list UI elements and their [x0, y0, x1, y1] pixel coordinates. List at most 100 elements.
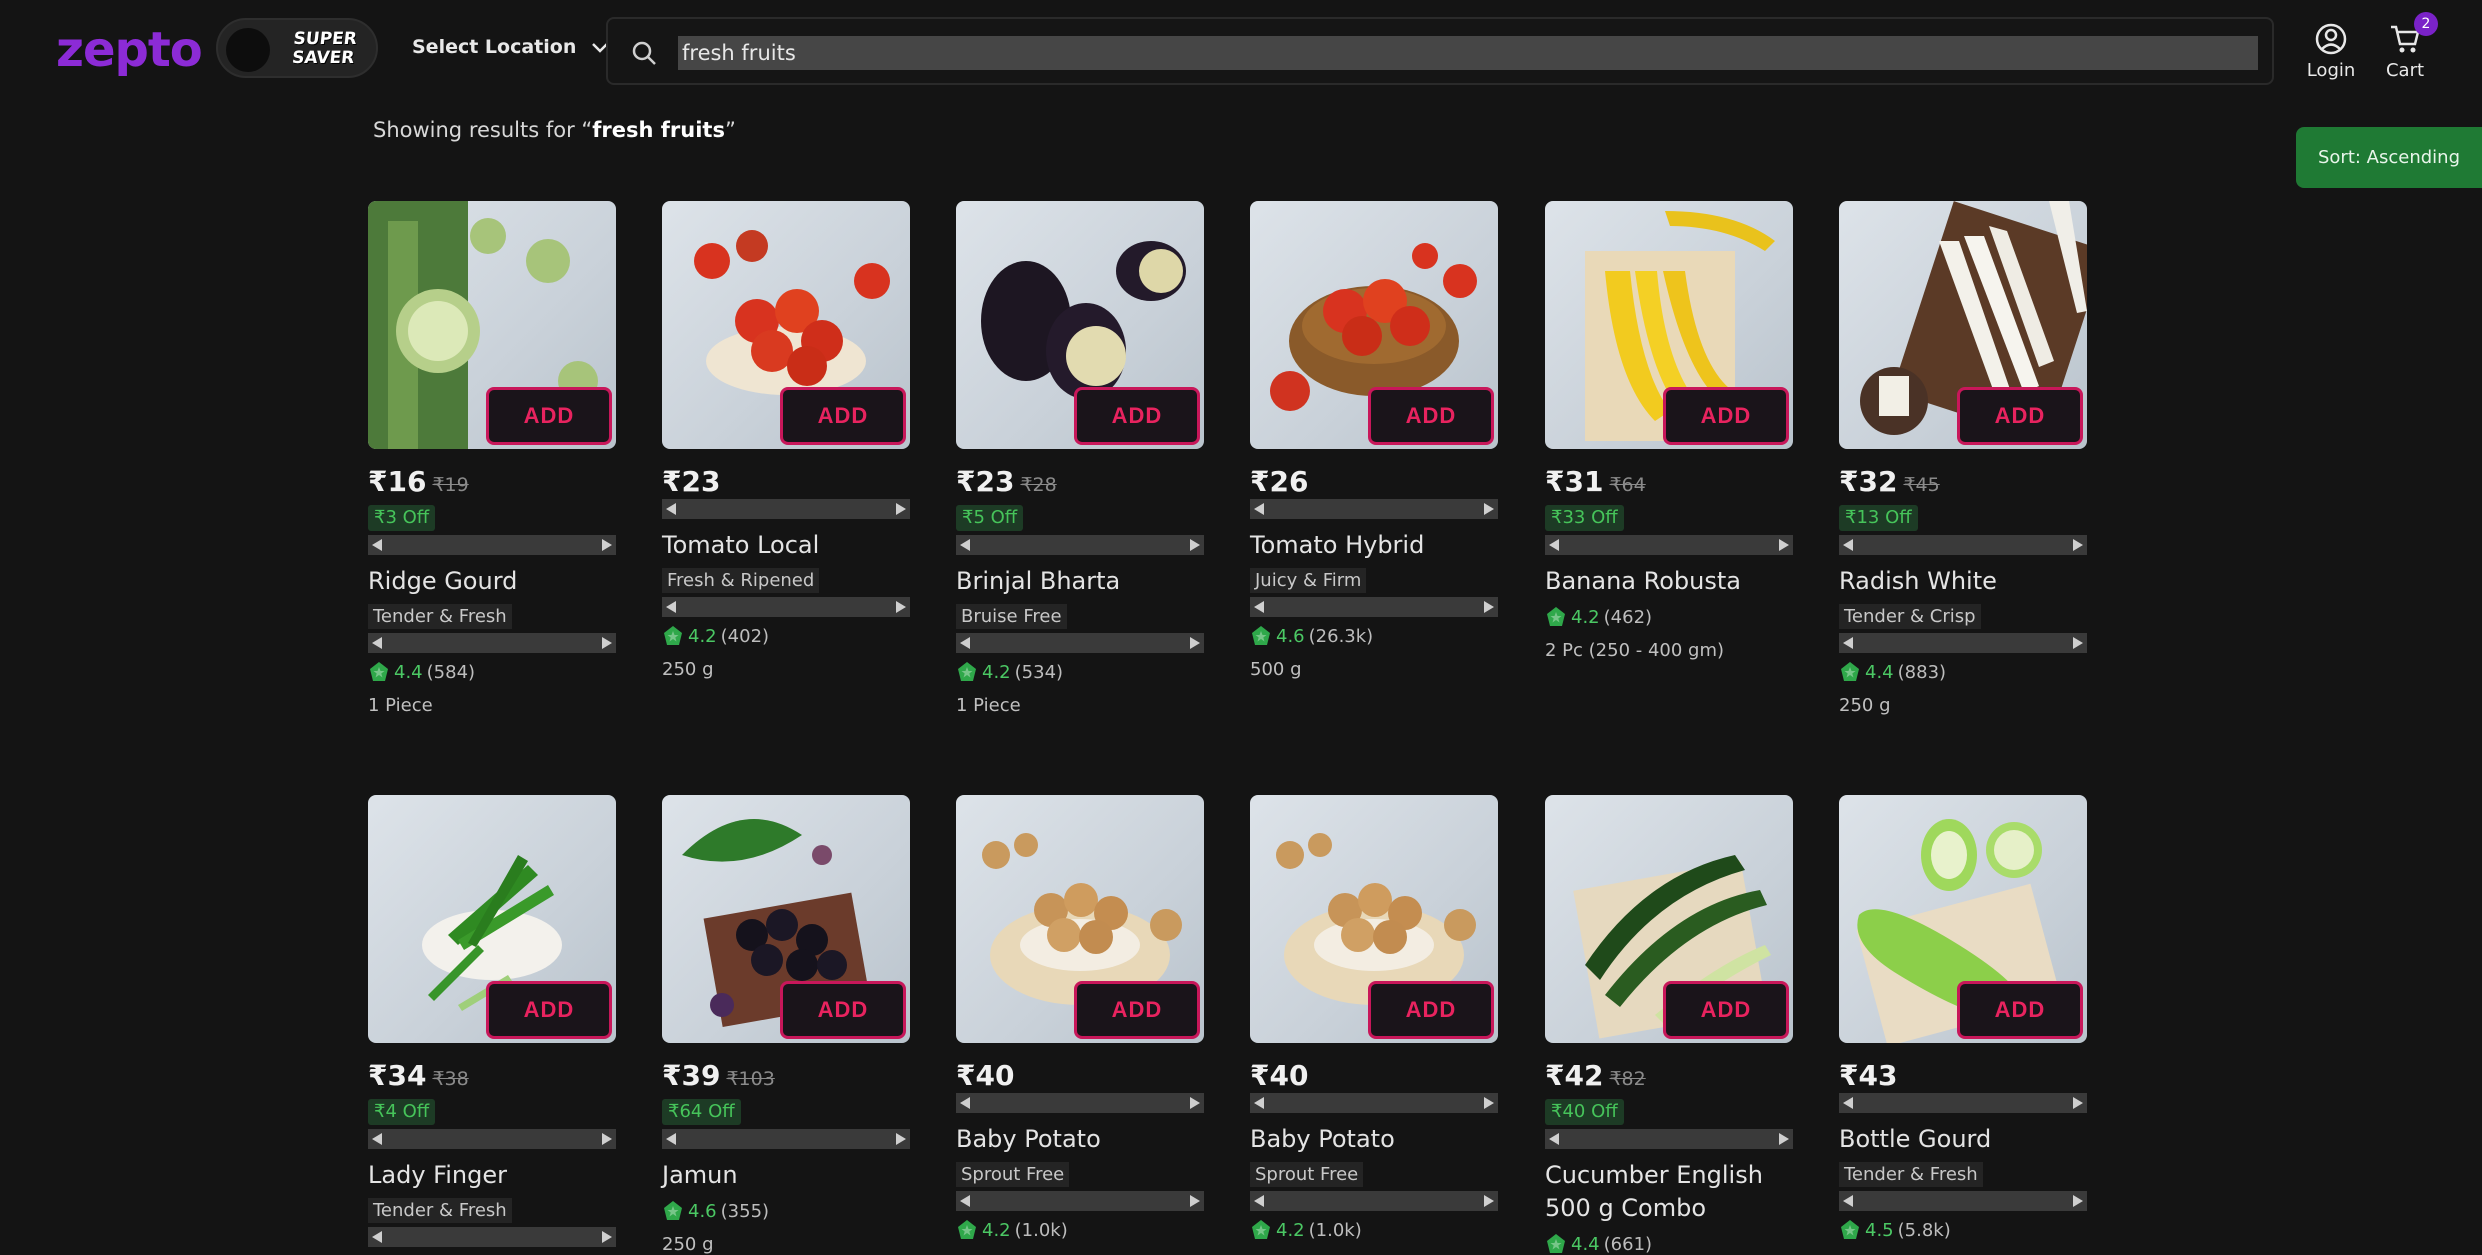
product-card[interactable]: ADD ₹32 ₹45 ₹13 Off Radish White Tender & Cri… [1839, 201, 2087, 716]
horizontal-scrollbar[interactable] [662, 499, 910, 519]
product-card[interactable]: ADD ₹40 Baby Potato Sprout Free 4.2 (1.0k) [956, 795, 1204, 1241]
product-name[interactable]: Baby Potato [956, 1123, 1204, 1156]
product-name[interactable]: Banana Robusta [1545, 565, 1793, 598]
horizontal-scrollbar[interactable] [368, 535, 616, 555]
cart-button[interactable]: Cart 2 [2370, 12, 2440, 81]
rating-count: (402) [720, 625, 770, 647]
price-row: ₹39 ₹103 [662, 1059, 910, 1092]
horizontal-scrollbar[interactable] [1839, 1093, 2087, 1113]
discount-badge: ₹40 Off [1545, 1099, 1624, 1125]
product-name[interactable]: Tomato Local [662, 529, 910, 562]
product-image[interactable]: ADD [368, 795, 616, 1043]
product-card[interactable]: ADD ₹23 Tomato Local Fresh & Ripened 4.2 (402… [662, 201, 910, 680]
rating-star-icon [1841, 1220, 1859, 1239]
login-button[interactable]: Login [2296, 22, 2366, 81]
horizontal-scrollbar[interactable] [956, 633, 1204, 653]
horizontal-scrollbar[interactable] [1839, 535, 2087, 555]
horizontal-scrollbar[interactable] [1250, 499, 1498, 519]
rating-count: (883) [1897, 661, 1947, 683]
horizontal-scrollbar[interactable] [1250, 1191, 1498, 1211]
add-to-cart-button[interactable]: ADD [780, 981, 906, 1039]
horizontal-scrollbar[interactable] [956, 1093, 1204, 1113]
top-header: zepto SUPERSAVER Select Location Login C… [0, 0, 2482, 100]
price-row: ₹43 [1839, 1059, 2087, 1092]
horizontal-scrollbar[interactable] [1839, 1191, 2087, 1211]
product-name[interactable]: Jamun [662, 1159, 910, 1192]
horizontal-scrollbar[interactable] [956, 535, 1204, 555]
horizontal-scrollbar[interactable] [368, 633, 616, 653]
product-card[interactable]: ADD ₹43 Bottle Gourd Tender & Fresh 4.5 (5.8k… [1839, 795, 2087, 1241]
price-row: ₹32 ₹45 [1839, 465, 2087, 498]
horizontal-scrollbar[interactable] [662, 1129, 910, 1149]
price-row: ₹23 ₹28 [956, 465, 1204, 498]
horizontal-scrollbar[interactable] [956, 1191, 1204, 1211]
rating-star-icon [1252, 626, 1270, 645]
rating-count: (5.8k) [1897, 1219, 1951, 1241]
product-rating: 4.2 (402) [662, 625, 910, 647]
product-image[interactable]: ADD [1250, 201, 1498, 449]
add-to-cart-button[interactable]: ADD [1663, 981, 1789, 1039]
product-image[interactable]: ADD [1250, 795, 1498, 1043]
product-name[interactable]: Ridge Gourd [368, 565, 616, 598]
add-to-cart-button[interactable]: ADD [486, 981, 612, 1039]
rating-value: 4.6 [1276, 625, 1305, 647]
product-tag: Sprout Free [1250, 1162, 1364, 1187]
product-card[interactable]: ADD ₹16 ₹19 ₹3 Off Ridge Gourd Tender & Fresh… [368, 201, 616, 716]
product-name[interactable]: Baby Potato [1250, 1123, 1498, 1156]
product-card[interactable]: ADD ₹34 ₹38 ₹4 Off Lady Finger Tender & Fresh [368, 795, 616, 1247]
horizontal-scrollbar[interactable] [1250, 1093, 1498, 1113]
product-image[interactable]: ADD [662, 201, 910, 449]
horizontal-scrollbar[interactable] [1545, 535, 1793, 555]
add-to-cart-button[interactable]: ADD [1368, 981, 1494, 1039]
horizontal-scrollbar[interactable] [662, 597, 910, 617]
search-bar[interactable] [606, 17, 2274, 85]
price-row: ₹16 ₹19 [368, 465, 616, 498]
search-input[interactable] [678, 36, 2258, 70]
product-image[interactable]: ADD [956, 201, 1204, 449]
add-to-cart-button[interactable]: ADD [486, 387, 612, 445]
super-saver-toggle[interactable]: SUPER SAVER [216, 18, 378, 78]
location-label: Select Location [412, 36, 577, 58]
product-card[interactable]: ADD ₹40 Baby Potato Sprout Free 4.2 (1.0k) [1250, 795, 1498, 1241]
rating-value: 4.2 [1276, 1219, 1305, 1241]
product-image[interactable]: ADD [662, 795, 910, 1043]
add-to-cart-button[interactable]: ADD [1074, 387, 1200, 445]
product-image[interactable]: ADD [956, 795, 1204, 1043]
product-tag: Bruise Free [956, 604, 1067, 629]
add-to-cart-button[interactable]: ADD [1957, 981, 2083, 1039]
product-image[interactable]: ADD [1839, 795, 2087, 1043]
rating-count: (1.0k) [1308, 1219, 1362, 1241]
product-image[interactable]: ADD [1545, 201, 1793, 449]
product-card[interactable]: ADD ₹31 ₹64 ₹33 Off Banana Robusta 4.2 (462) 2 … [1545, 201, 1793, 661]
price-row: ₹40 [1250, 1059, 1498, 1092]
product-card[interactable]: ADD ₹42 ₹82 ₹40 Off Cucumber English 500 g C… [1545, 795, 1793, 1255]
product-card[interactable]: ADD ₹26 Tomato Hybrid Juicy & Firm 4.6 (26.3k… [1250, 201, 1498, 680]
rating-count: (1.0k) [1014, 1219, 1068, 1241]
horizontal-scrollbar[interactable] [1545, 1129, 1793, 1149]
product-name[interactable]: Radish White [1839, 565, 2087, 598]
zepto-logo[interactable]: zepto [56, 22, 203, 78]
product-name[interactable]: Cucumber English 500 g Combo [1545, 1159, 1793, 1225]
horizontal-scrollbar[interactable] [1250, 597, 1498, 617]
product-name[interactable]: Tomato Hybrid [1250, 529, 1498, 562]
original-price: ₹64 [1609, 474, 1646, 496]
product-image[interactable]: ADD [368, 201, 616, 449]
select-location-button[interactable]: Select Location [412, 36, 610, 58]
horizontal-scrollbar[interactable] [1839, 633, 2087, 653]
product-image[interactable]: ADD [1545, 795, 1793, 1043]
product-image[interactable]: ADD [1839, 201, 2087, 449]
horizontal-scrollbar[interactable] [368, 1227, 616, 1247]
product-card[interactable]: ADD ₹23 ₹28 ₹5 Off Brinjal Bharta Bruise Free… [956, 201, 1204, 716]
add-to-cart-button[interactable]: ADD [780, 387, 906, 445]
rating-value: 4.2 [982, 1219, 1011, 1241]
product-name[interactable]: Brinjal Bharta [956, 565, 1204, 598]
add-to-cart-button[interactable]: ADD [1368, 387, 1494, 445]
add-to-cart-button[interactable]: ADD [1957, 387, 2083, 445]
add-to-cart-button[interactable]: ADD [1074, 981, 1200, 1039]
product-name[interactable]: Bottle Gourd [1839, 1123, 2087, 1156]
add-to-cart-button[interactable]: ADD [1663, 387, 1789, 445]
product-name[interactable]: Lady Finger [368, 1159, 616, 1192]
product-card[interactable]: ADD ₹39 ₹103 ₹64 Off Jamun 4.6 (355) 250 g [662, 795, 910, 1255]
sort-button[interactable]: Sort: Ascending [2296, 127, 2482, 188]
horizontal-scrollbar[interactable] [368, 1129, 616, 1149]
